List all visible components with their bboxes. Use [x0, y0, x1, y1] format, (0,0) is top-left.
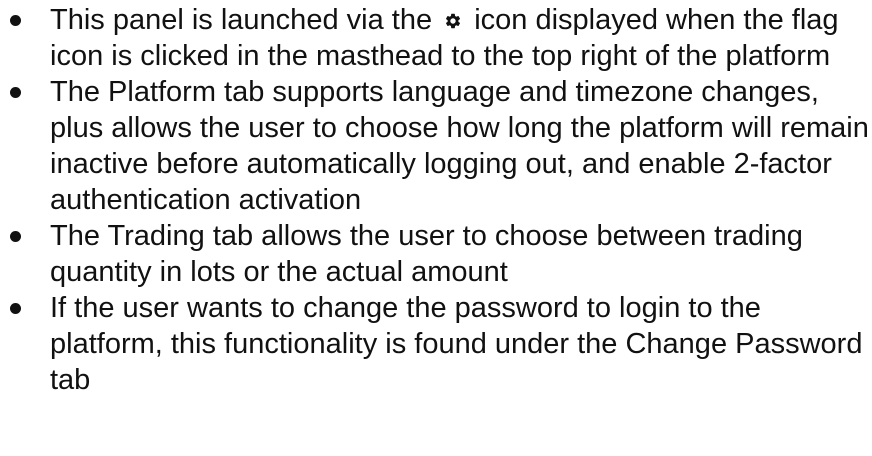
bullet-text: If the user wants to change the password… — [50, 292, 863, 396]
bullet-item-trading-tab: The Trading tab allows the user to choos… — [0, 218, 872, 290]
gear-icon — [444, 3, 462, 29]
bullet-dot — [10, 87, 21, 98]
bullet-item-panel-launch: This panel is launched via the icon disp… — [0, 2, 872, 74]
bullet-text: The Platform tab supports language and t… — [50, 76, 869, 216]
bullet-text: The Trading tab allows the user to choos… — [50, 220, 803, 288]
bullet-dot — [10, 231, 21, 242]
bullet-text-part1: This panel is launched via the — [50, 4, 433, 36]
bullet-list: This panel is launched via the icon disp… — [0, 0, 872, 398]
bullet-dot — [10, 15, 21, 26]
bullet-dot — [10, 303, 21, 314]
bullet-item-platform-tab: The Platform tab supports language and t… — [0, 74, 872, 218]
bullet-item-change-password: If the user wants to change the password… — [0, 290, 872, 398]
